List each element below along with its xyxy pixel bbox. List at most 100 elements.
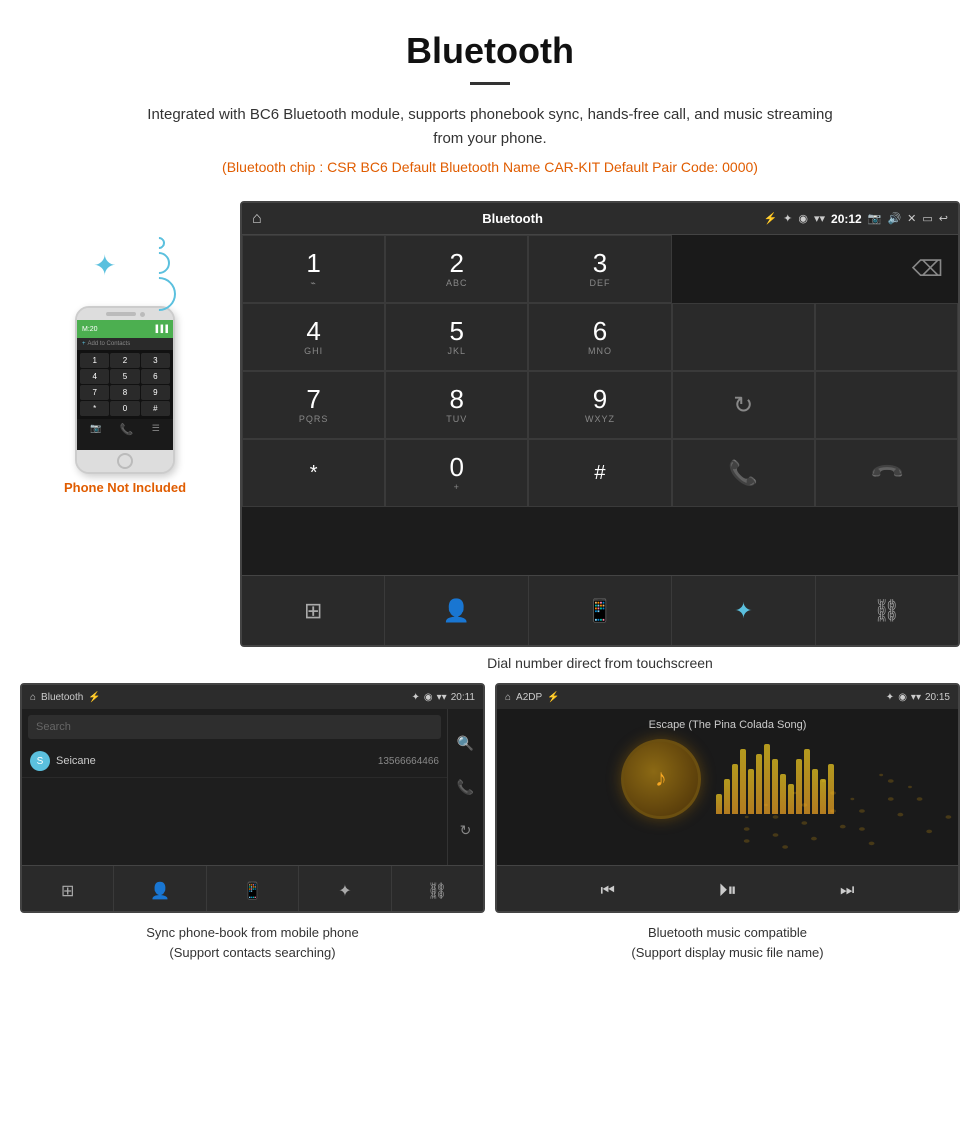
pb-search-icon[interactable]: 🔍: [457, 735, 474, 752]
volume-icon: 🔊: [887, 212, 901, 225]
prev-button[interactable]: ⏮: [601, 882, 615, 900]
pb-title: Bluetooth: [41, 692, 83, 703]
usb-icon: ⚡: [763, 212, 777, 225]
key-1[interactable]: 1 ⌁: [242, 235, 385, 303]
music-usb-icon: ⚡: [547, 692, 559, 703]
music-bt-icon: ✦: [886, 692, 894, 703]
call-button[interactable]: 📞: [672, 439, 815, 507]
pb-refresh-icon[interactable]: ↻: [460, 822, 472, 839]
signal-arcs: [142, 231, 165, 311]
eq-bar: [780, 774, 786, 814]
key-9[interactable]: 9 WXYZ: [528, 371, 671, 439]
pb-status-left: ⌂ Bluetooth ⚡: [30, 692, 101, 703]
key-8[interactable]: 8 TUV: [385, 371, 528, 439]
pb-nav-link[interactable]: ⛓: [392, 866, 483, 913]
back-icon[interactable]: ↩: [939, 212, 948, 225]
pb-contact-row[interactable]: S Seicane 13566664466: [22, 745, 447, 778]
car-screen: ⌂ Bluetooth ⚡ ✦ ◉ ▾▾ 20:12 📷 🔊 ✕ ▭ ↩: [240, 201, 960, 647]
music-controls: ⏮ ⏵⏸ ⏭: [497, 865, 958, 913]
music-loc-icon: ◉: [898, 692, 907, 703]
key-0[interactable]: 0 +: [385, 439, 528, 507]
equalizer-bars: [716, 744, 834, 814]
play-pause-button[interactable]: ⏵⏸: [719, 880, 737, 901]
redial-button[interactable]: ↻: [672, 371, 815, 439]
bluetooth-signal-icon: ✦: [85, 231, 165, 301]
backspace-icon[interactable]: ⌫: [912, 256, 943, 282]
page-description: Integrated with BC6 Bluetooth module, su…: [140, 103, 840, 151]
signal-arc-2: [143, 247, 174, 278]
nav-bluetooth[interactable]: ✦: [672, 576, 815, 645]
status-bar-left: ⌂: [252, 210, 262, 228]
music-home-icon: ⌂: [505, 692, 511, 703]
status-time: 20:12: [831, 212, 862, 226]
phone-not-included-label: Phone Not Included: [64, 480, 186, 495]
eq-bar: [812, 769, 818, 814]
dialpad-area: 1 ⌁ 2 ABC 3 DEF ⌫ 4 GHI: [242, 235, 958, 575]
pb-sidebar: 🔍 📞 ↻: [447, 709, 483, 865]
key-4[interactable]: 4 GHI: [242, 303, 385, 371]
phone-section: ✦ M:20 ▐▐▐ + Add to Contacts: [20, 201, 230, 495]
key-2[interactable]: 2 ABC: [385, 235, 528, 303]
pb-phone-icon[interactable]: 📞: [457, 779, 474, 796]
phone-bottom-row: 📷 📞 ☰: [77, 419, 173, 440]
key-5[interactable]: 5 JKL: [385, 303, 528, 371]
dial-display: ⌫: [672, 235, 958, 303]
pb-home-icon: ⌂: [30, 692, 36, 703]
key-hash[interactable]: #: [528, 439, 671, 507]
phone-home-button[interactable]: [117, 453, 133, 469]
bluetooth-icon: ✦: [93, 249, 116, 282]
fullscreen-icon[interactable]: ▭: [922, 212, 932, 225]
eq-bar: [764, 744, 770, 814]
nav-phone[interactable]: 📱: [529, 576, 672, 645]
home-icon[interactable]: ⌂: [252, 210, 262, 228]
music-caption: Bluetooth music compatible(Support displ…: [495, 919, 960, 966]
add-contact-label: Add to Contacts: [88, 341, 131, 347]
pb-search-placeholder: Search: [36, 721, 71, 733]
pb-nav-bt[interactable]: ✦: [299, 866, 391, 913]
pb-bottom-nav: ⊞ 👤 📱 ✦ ⛓: [22, 865, 483, 913]
album-art: ♪: [621, 739, 701, 819]
phone-add-contact: + Add to Contacts: [77, 338, 173, 350]
phone-camera: [140, 312, 145, 317]
bluetooth-status-icon: ✦: [783, 212, 792, 225]
pb-nav-person[interactable]: 👤: [114, 866, 206, 913]
location-icon: ◉: [798, 212, 808, 225]
pb-location-icon: ◉: [424, 692, 433, 703]
pb-bt-icon: ✦: [412, 692, 420, 703]
close-icon[interactable]: ✕: [907, 212, 916, 225]
contact-name: Seicane: [56, 755, 378, 767]
nav-link[interactable]: ⛓: [816, 576, 958, 645]
nav-dialpad[interactable]: ⊞: [242, 576, 385, 645]
key-star[interactable]: *: [242, 439, 385, 507]
hangup-button[interactable]: 📞: [815, 439, 958, 507]
key-3[interactable]: 3 DEF: [528, 235, 671, 303]
phone-signal: ▐▐▐: [153, 326, 168, 333]
key-6[interactable]: 6 MNO: [528, 303, 671, 371]
pb-search-bar[interactable]: Search: [28, 715, 441, 739]
key-7[interactable]: 7 PQRS: [242, 371, 385, 439]
contact-number: 13566664466: [378, 756, 439, 767]
phone-speaker: [106, 312, 136, 316]
phone-dialpad: 1 2 3 4 5 6 7 8 9 * 0 #: [77, 350, 173, 419]
pb-nav-dialpad[interactable]: ⊞: [22, 866, 114, 913]
phonebook-caption: Sync phone-book from mobile phone(Suppor…: [20, 919, 485, 966]
signal-arc-1: [151, 235, 168, 252]
eq-bar: [788, 784, 794, 814]
music-signal-icon: ▾▾: [911, 692, 921, 703]
redial-icon: ↻: [733, 391, 753, 420]
signal-arc-3: [135, 270, 183, 318]
phone-menu-btn: ☰: [152, 423, 160, 436]
music-card: ⌂ A2DP ⚡ ✦ ◉ ▾▾ 20:15: [495, 683, 960, 966]
phonebook-screen: ⌂ Bluetooth ⚡ ✦ ◉ ▾▾ 20:11 Search: [20, 683, 485, 913]
pb-nav-phone[interactable]: 📱: [207, 866, 299, 913]
eq-bar: [716, 794, 722, 814]
car-screen-section: ⌂ Bluetooth ⚡ ✦ ◉ ▾▾ 20:12 📷 🔊 ✕ ▭ ↩: [230, 201, 960, 683]
phone-device: M:20 ▐▐▐ + Add to Contacts 1 2 3 4 5 6 7…: [75, 306, 175, 474]
status-bar: ⌂ Bluetooth ⚡ ✦ ◉ ▾▾ 20:12 📷 🔊 ✕ ▭ ↩: [242, 203, 958, 235]
pb-status-bar: ⌂ Bluetooth ⚡ ✦ ◉ ▾▾ 20:11: [22, 685, 483, 709]
nav-contacts[interactable]: 👤: [385, 576, 528, 645]
dp-empty-2: [815, 303, 958, 371]
next-button[interactable]: ⏭: [840, 882, 854, 900]
camera-icon: 📷: [868, 212, 882, 225]
eq-bar: [732, 764, 738, 814]
